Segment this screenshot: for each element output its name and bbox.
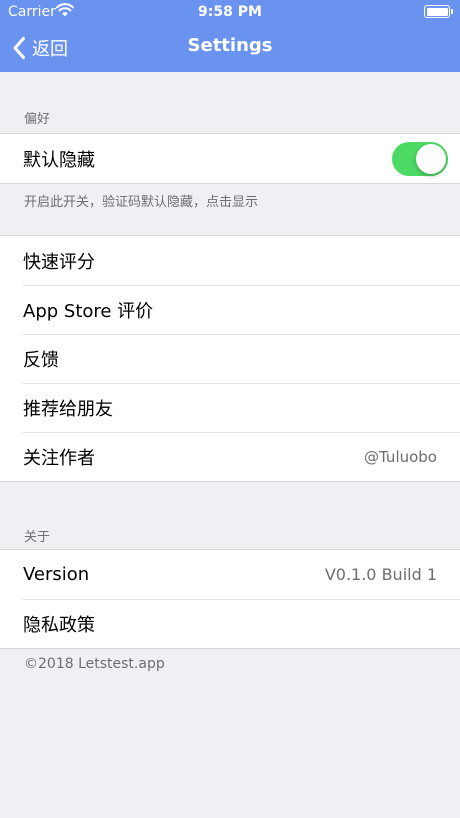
recommend-label: 推荐给朋友 xyxy=(23,398,113,420)
navigation-header: Carrier 9:58 PM 返回 Settings xyxy=(0,0,460,72)
general-group: 快速评分 App Store 评价 反馈 推荐给朋友 关注作者 @Tuluobo xyxy=(0,235,460,482)
toggle-knob xyxy=(416,144,446,174)
default-hide-label: 默认隐藏 xyxy=(23,149,95,171)
author-handle: @Tuluobo xyxy=(364,447,437,466)
feedback-label: 反馈 xyxy=(23,349,59,371)
preferences-footer: 开启此开关，验证码默认隐藏，点击显示 xyxy=(24,195,259,210)
app-store-review-label: App Store 评价 xyxy=(23,300,154,322)
page-title: Settings xyxy=(187,35,273,56)
clock: 9:58 PM xyxy=(198,4,262,20)
battery-icon xyxy=(424,5,453,18)
follow-author-row[interactable]: 关注作者 @Tuluobo xyxy=(0,432,460,481)
version-row: Version V0.1.0 Build 1 xyxy=(0,550,460,599)
follow-author-label: 关注作者 xyxy=(23,447,95,469)
default-hide-toggle[interactable] xyxy=(392,142,448,176)
quick-rating-row[interactable]: 快速评分 xyxy=(0,236,460,285)
copyright-footer: ©2018 Letstest.app xyxy=(24,656,165,672)
feedback-row[interactable]: 反馈 xyxy=(0,334,460,383)
app-store-review-row[interactable]: App Store 评价 xyxy=(0,285,460,334)
section-header-preferences: 偏好 xyxy=(24,112,51,127)
recommend-row[interactable]: 推荐给朋友 xyxy=(0,383,460,432)
privacy-policy-row[interactable]: 隐私政策 xyxy=(0,599,460,648)
version-value: V0.1.0 Build 1 xyxy=(324,565,437,584)
nav-bar: 返回 Settings xyxy=(0,24,460,72)
status-bar: Carrier 9:58 PM xyxy=(0,0,460,24)
version-label: Version xyxy=(23,564,90,585)
quick-rating-label: 快速评分 xyxy=(23,251,95,273)
default-hide-row: 默认隐藏 xyxy=(0,134,460,183)
section-header-about: 关于 xyxy=(24,530,51,545)
preferences-group: 默认隐藏 xyxy=(0,133,460,184)
privacy-policy-label: 隐私政策 xyxy=(23,614,95,636)
about-group: Version V0.1.0 Build 1 隐私政策 xyxy=(0,549,460,649)
